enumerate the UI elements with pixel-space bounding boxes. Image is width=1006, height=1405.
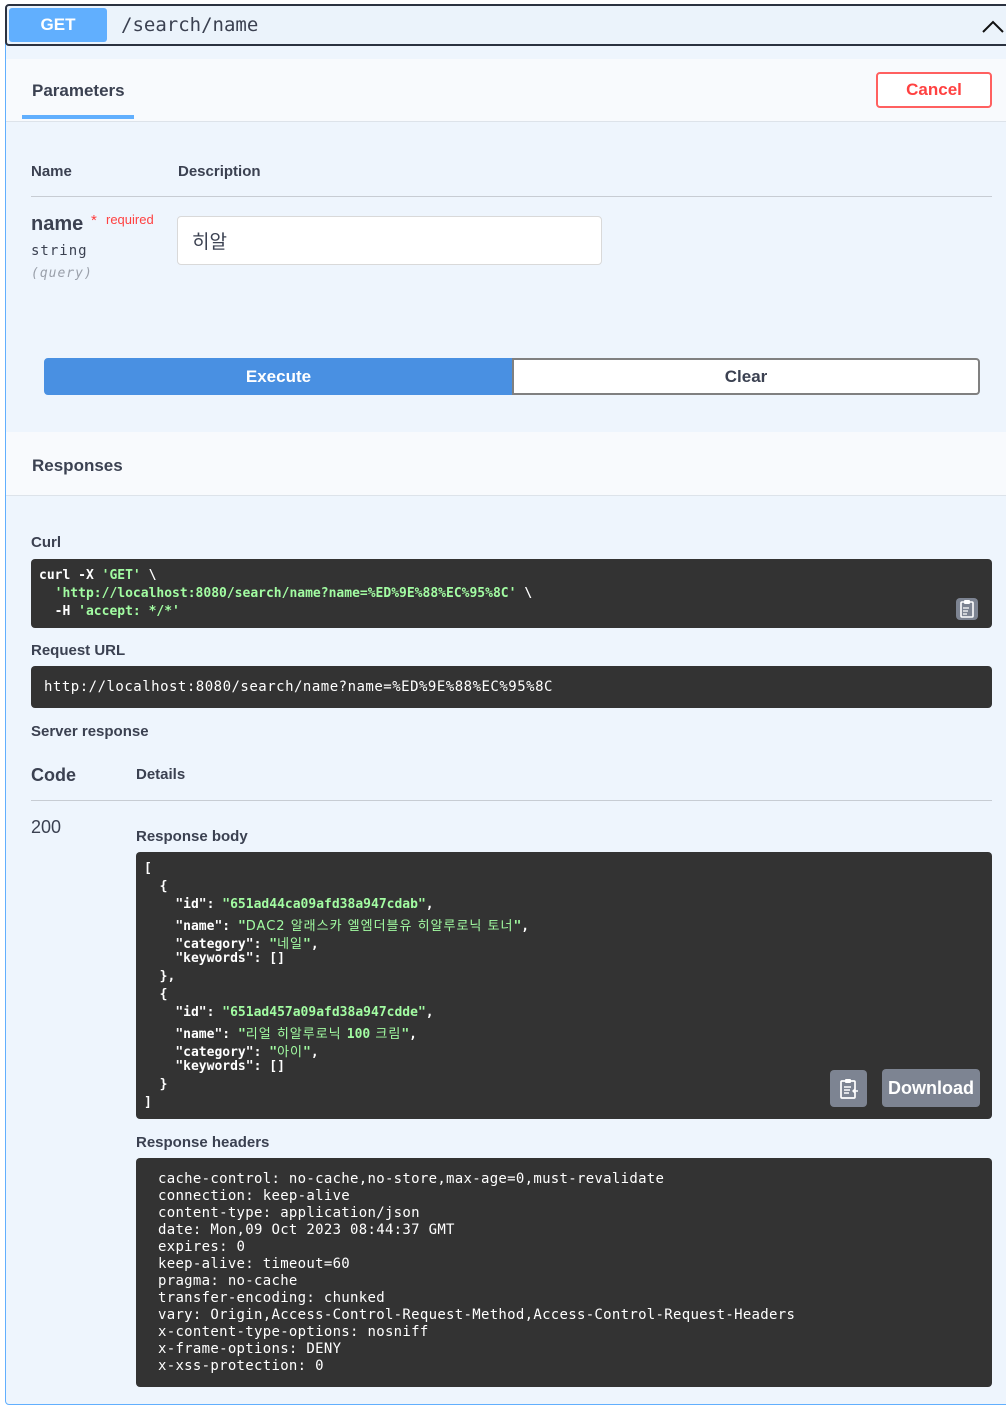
json-line: "name": "리얼 히알루로닉 100 크림",: [175, 1027, 417, 1042]
header-line: x-content-type-options: nosniff: [158, 1324, 429, 1340]
clear-button[interactable]: Clear: [512, 358, 980, 395]
param-type: string: [31, 243, 88, 259]
response-body-label: Response body: [136, 828, 248, 845]
code-column-header: Code: [31, 765, 76, 785]
header-line: vary: Origin,Access-Control-Request-Meth…: [158, 1307, 796, 1323]
required-marker: *: [91, 212, 97, 229]
header-line: x-frame-options: DENY: [158, 1341, 342, 1357]
responses-header: Responses: [6, 432, 1006, 496]
chevron-up-icon[interactable]: [981, 18, 1005, 34]
header-line: x-xss-protection: 0: [158, 1358, 324, 1374]
name-param-input[interactable]: [177, 216, 602, 265]
operation-summary[interactable]: GET /search/name: [5, 4, 1006, 46]
curl-line: curl -X 'GET' \: [39, 568, 157, 583]
details-column-header: Details: [136, 766, 186, 783]
response-headers-block[interactable]: cache-control: no-cache,no-store,max-age…: [136, 1158, 992, 1387]
header-line: date: Mon,09 Oct 2023 08:44:37 GMT: [158, 1222, 455, 1238]
header-line: cache-control: no-cache,no-store,max-age…: [158, 1171, 665, 1187]
json-line: ]: [144, 1095, 152, 1110]
required-label: required: [106, 212, 154, 227]
curl-code-block[interactable]: curl -X 'GET' \ 'http://localhost:8080/s…: [31, 559, 992, 628]
curl-line: 'http://localhost:8080/search/name?name=…: [54, 586, 533, 601]
json-line: }: [144, 1077, 168, 1092]
tab-active-indicator: [22, 115, 134, 119]
header-line: connection: keep-alive: [158, 1188, 351, 1204]
divider: [31, 800, 992, 801]
endpoint-path: /search/name: [121, 14, 259, 36]
parameters-header: Parameters: [6, 59, 1006, 122]
download-button[interactable]: Download: [882, 1069, 980, 1107]
json-line: {: [144, 987, 168, 1002]
json-line: "keywords": []: [175, 951, 285, 966]
server-response-label: Server response: [31, 723, 149, 740]
json-line: "category": "아이",: [175, 1045, 319, 1060]
json-line: "category": "네일",: [175, 937, 319, 952]
json-line: "id": "651ad44ca09afd38a947cdab",: [175, 897, 434, 912]
curl-line: -H 'accept: */*': [39, 604, 180, 619]
clipboard-copy-icon[interactable]: [954, 596, 980, 622]
json-line: {: [144, 879, 168, 894]
column-name-header: Name: [31, 163, 72, 180]
header-line: expires: 0: [158, 1239, 246, 1255]
divider: [31, 196, 992, 197]
column-description-header: Description: [178, 163, 261, 180]
clipboard-copy-icon: [839, 1078, 858, 1099]
request-url-value: http://localhost:8080/search/name?name=%…: [44, 679, 553, 695]
request-url-box[interactable]: http://localhost:8080/search/name?name=%…: [31, 666, 992, 708]
header-line: transfer-encoding: chunked: [158, 1290, 385, 1306]
header-line: content-type: application/json: [158, 1205, 420, 1221]
response-headers-label: Response headers: [136, 1134, 270, 1151]
copy-to-clipboard-button[interactable]: [830, 1070, 867, 1107]
json-line: "name": "DAC2 알래스카 엘엠더블유 히알루로닉 토너",: [175, 919, 530, 934]
header-line: keep-alive: timeout=60: [158, 1256, 351, 1272]
cancel-button[interactable]: Cancel: [876, 72, 992, 108]
json-line: },: [144, 969, 176, 984]
param-location: (query): [31, 266, 93, 281]
curl-label: Curl: [31, 534, 61, 551]
http-method-badge: GET: [9, 8, 107, 42]
status-code: 200: [31, 817, 62, 837]
tab-parameters[interactable]: Parameters: [32, 81, 125, 101]
json-line: [: [144, 861, 152, 876]
responses-title: Responses: [32, 456, 123, 475]
header-line: pragma: no-cache: [158, 1273, 298, 1289]
param-name: name: [31, 213, 84, 235]
request-url-label: Request URL: [31, 642, 126, 659]
execute-button[interactable]: Execute: [44, 358, 513, 395]
json-line: "id": "651ad457a09afd38a947cdde",: [175, 1005, 434, 1020]
json-line: "keywords": []: [175, 1059, 285, 1074]
